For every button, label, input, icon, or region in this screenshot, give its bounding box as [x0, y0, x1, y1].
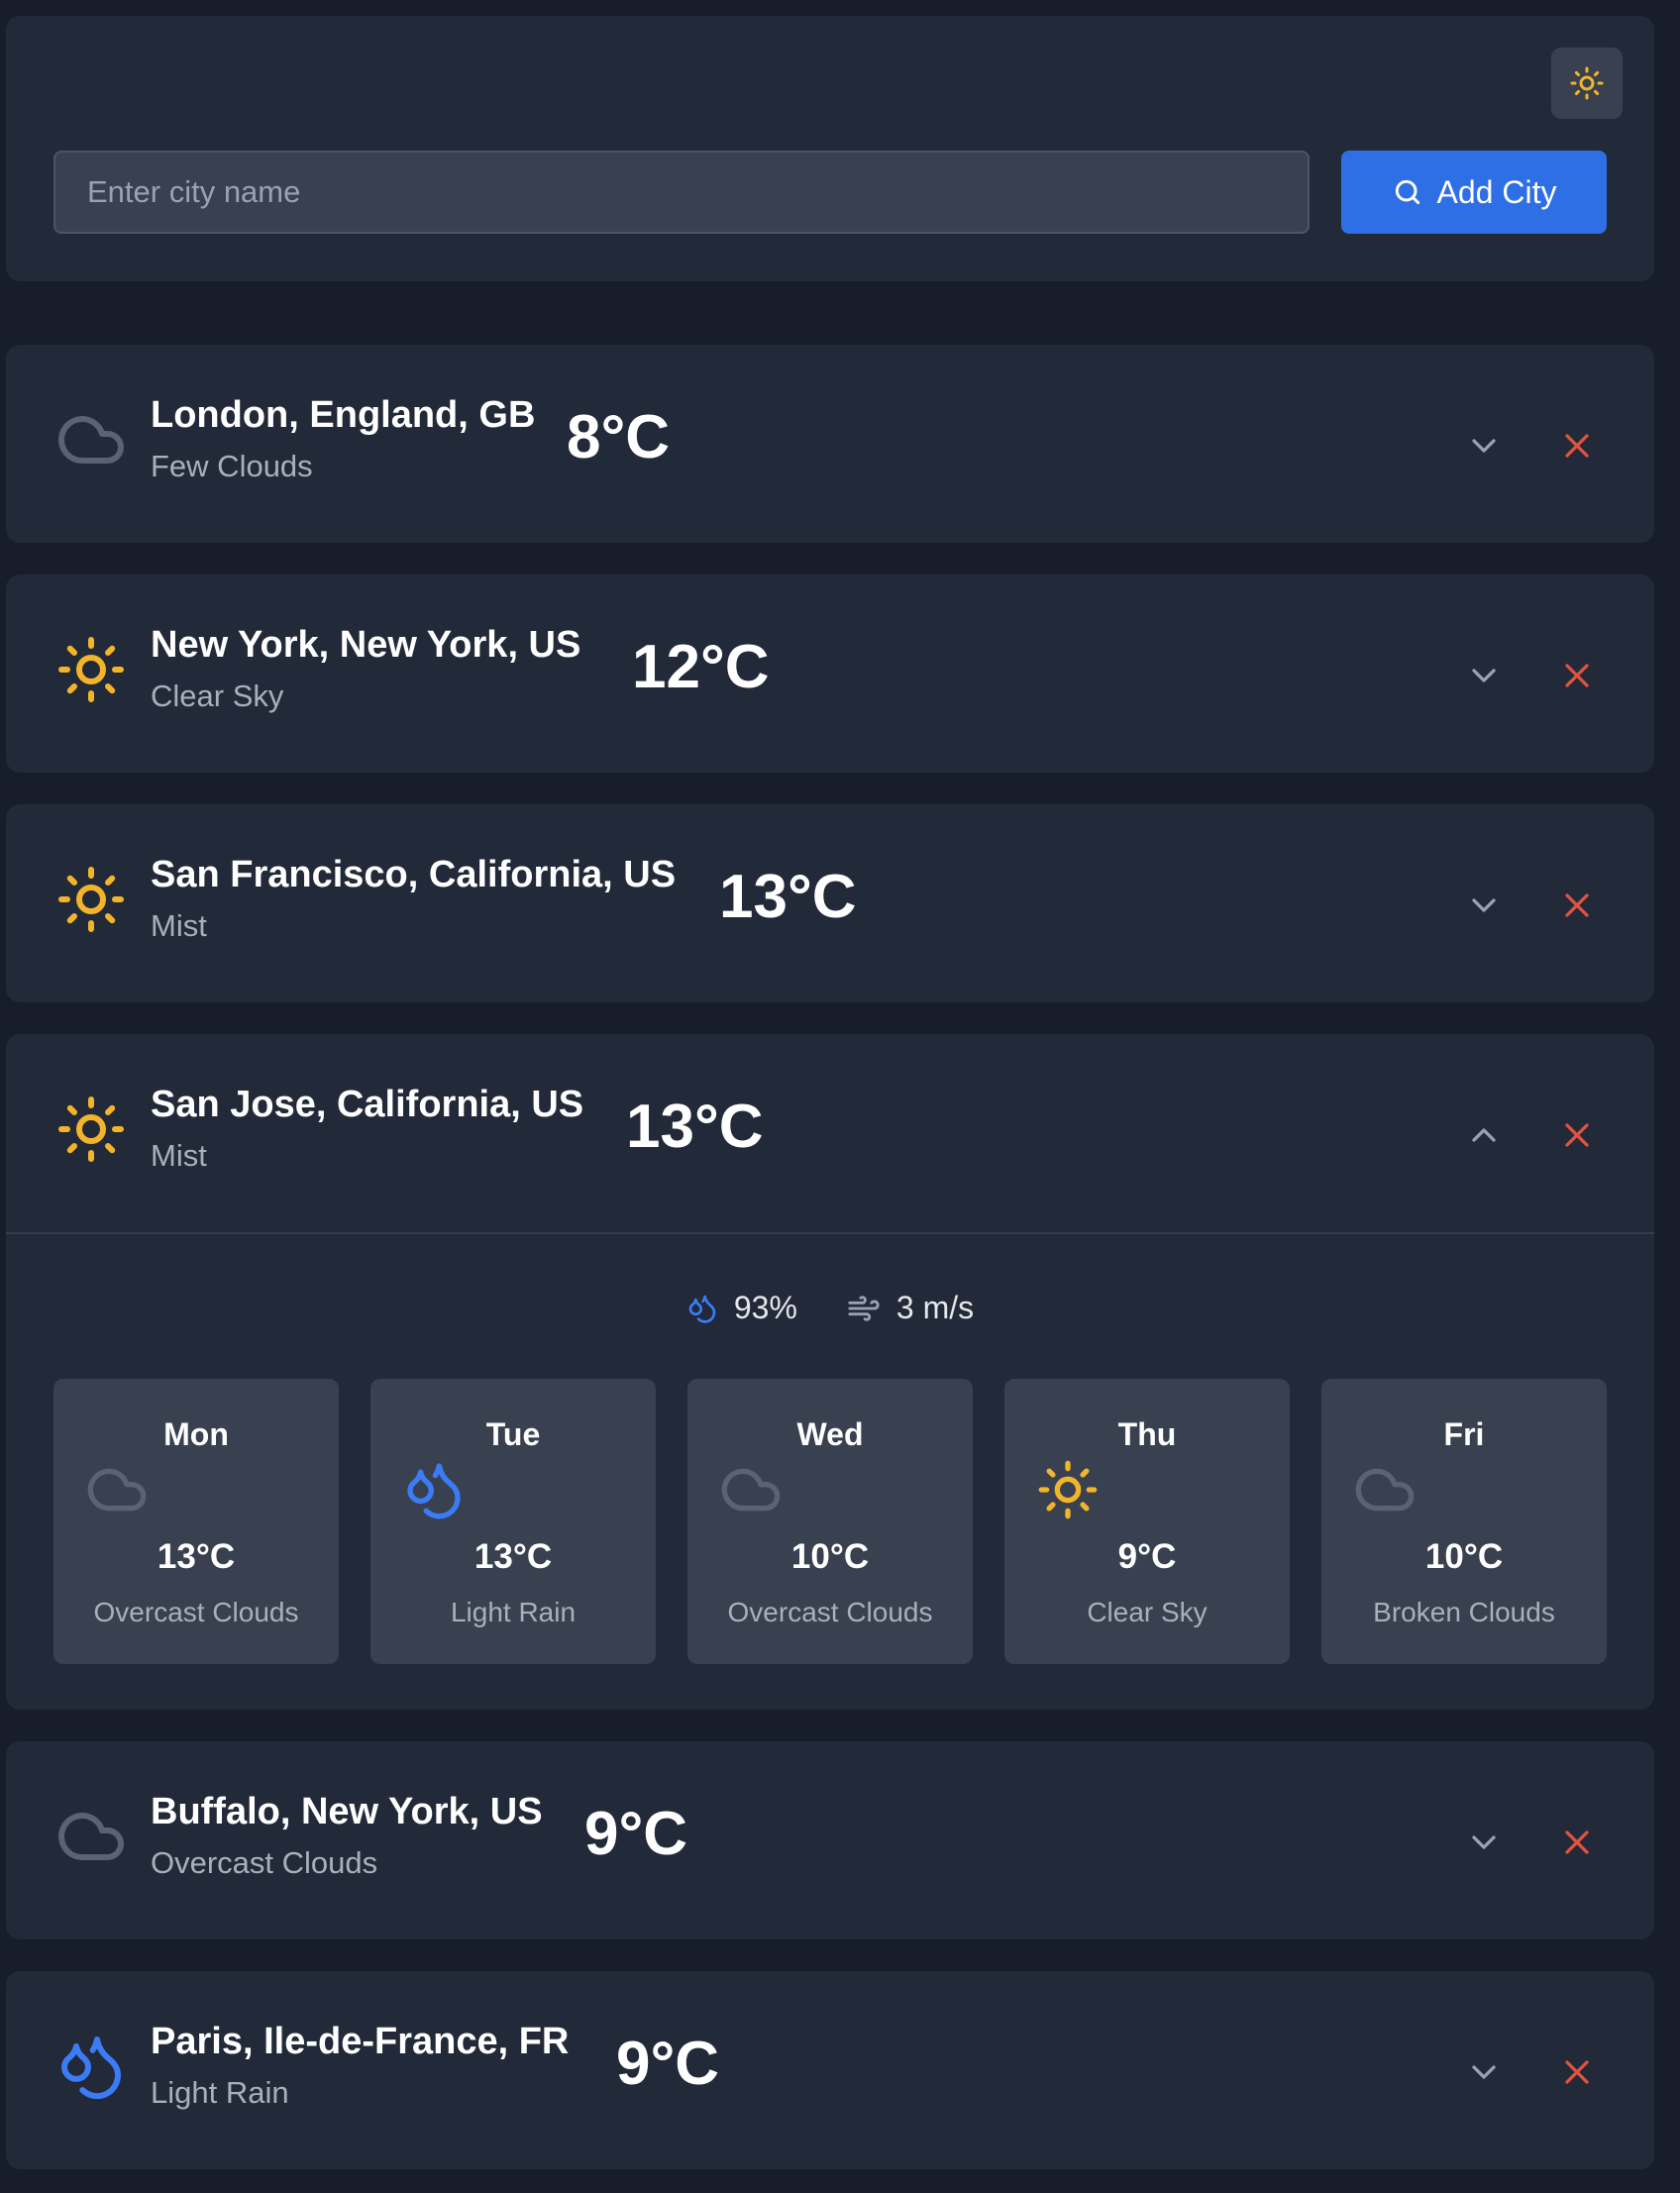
forecast-temp: 10°C — [1424, 1537, 1504, 1576]
wind-stat: 3 m/s — [847, 1290, 974, 1326]
chevron-down-icon[interactable] — [1464, 886, 1504, 925]
forecast-day-name: Thu — [1117, 1416, 1177, 1452]
cloud-icon — [55, 1801, 127, 1872]
forecast-condition: Light Rain — [450, 1597, 577, 1627]
add-city-label: Add City — [1436, 173, 1557, 210]
forecast-day-name: Tue — [485, 1416, 541, 1452]
chevron-down-icon[interactable] — [1464, 426, 1504, 466]
city-card-new-york: New York, New York, US Clear Sky 12°C — [6, 574, 1654, 773]
cloud-icon — [55, 404, 127, 475]
forecast-day: Wed 10°C Overcast Clouds — [687, 1379, 973, 1664]
city-card-header[interactable]: Paris, Ile-de-France, FR Light Rain 9°C — [6, 1971, 1654, 2169]
city-card-header[interactable]: London, England, GB Few Clouds 8°C — [6, 345, 1654, 543]
city-temperature: 8°C — [567, 403, 671, 471]
forecast-row: Mon 13°C Overcast Clouds Tue 13°C Light … — [53, 1379, 1607, 1664]
cloud-icon — [1353, 1458, 1417, 1521]
city-card-san-jose: San Jose, California, US Mist 13°C 93% 3… — [6, 1034, 1654, 1710]
chevron-down-icon[interactable] — [1464, 2052, 1504, 2092]
remove-city-icon[interactable] — [1557, 1115, 1597, 1155]
city-card-paris: Paris, Ile-de-France, FR Light Rain 9°C — [6, 1971, 1654, 2169]
city-condition: Few Clouds — [151, 449, 313, 483]
city-card-header[interactable]: Buffalo, New York, US Overcast Clouds 9°… — [6, 1741, 1654, 1939]
sun-icon — [55, 1094, 127, 1165]
chevron-up-icon[interactable] — [1464, 1115, 1504, 1155]
city-name: London, England, GB — [151, 394, 536, 436]
city-condition: Clear Sky — [151, 679, 284, 713]
city-temperature: 13°C — [719, 863, 857, 931]
add-city-button[interactable]: Add City — [1341, 151, 1607, 234]
city-name: San Francisco, California, US — [151, 854, 677, 895]
city-condition: Light Rain — [151, 2075, 289, 2110]
remove-city-icon[interactable] — [1557, 656, 1597, 695]
city-card-header[interactable]: San Jose, California, US Mist 13°C — [6, 1034, 1654, 1232]
city-temperature: 13°C — [626, 1093, 764, 1161]
city-card-san-francisco: San Francisco, California, US Mist 13°C — [6, 804, 1654, 1002]
cloud-icon — [85, 1458, 149, 1521]
city-condition: Overcast Clouds — [151, 1845, 378, 1880]
forecast-temp: 13°C — [157, 1537, 236, 1576]
city-condition: Mist — [151, 908, 207, 943]
city-name: San Jose, California, US — [151, 1084, 584, 1125]
forecast-day-name: Wed — [796, 1416, 864, 1452]
sun-icon — [55, 634, 127, 705]
droplets-icon — [686, 1293, 718, 1324]
search-panel: Add City — [6, 16, 1654, 281]
forecast-day: Mon 13°C Overcast Clouds — [53, 1379, 339, 1664]
sun-icon — [1569, 65, 1605, 101]
theme-toggle-button[interactable] — [1551, 48, 1623, 119]
remove-city-icon[interactable] — [1557, 886, 1597, 925]
city-card-london: London, England, GB Few Clouds 8°C — [6, 345, 1654, 543]
forecast-condition: Broken Clouds — [1373, 1597, 1555, 1627]
sun-icon — [1036, 1458, 1100, 1521]
city-name: New York, New York, US — [151, 624, 581, 666]
city-condition: Mist — [151, 1138, 207, 1173]
chevron-down-icon[interactable] — [1464, 656, 1504, 695]
wind-value: 3 m/s — [895, 1290, 975, 1325]
forecast-temp: 9°C — [1117, 1537, 1177, 1576]
humidity-value: 93% — [733, 1290, 797, 1325]
forecast-day: Thu 9°C Clear Sky — [1004, 1379, 1290, 1664]
city-name: Buffalo, New York, US — [151, 1791, 543, 1832]
city-search-input[interactable] — [53, 151, 1310, 234]
forecast-temp: 10°C — [790, 1537, 870, 1576]
remove-city-icon[interactable] — [1557, 2052, 1597, 2092]
forecast-day: Tue 13°C Light Rain — [370, 1379, 656, 1664]
city-card-header[interactable]: San Francisco, California, US Mist 13°C — [6, 804, 1654, 1002]
forecast-day: Fri 10°C Broken Clouds — [1321, 1379, 1607, 1664]
cloud-icon — [719, 1458, 783, 1521]
divider — [6, 1232, 1654, 1234]
remove-city-icon[interactable] — [1557, 1823, 1597, 1862]
forecast-day-name: Mon — [163, 1416, 229, 1452]
sun-icon — [55, 864, 127, 935]
remove-city-icon[interactable] — [1557, 426, 1597, 466]
droplets-icon — [402, 1458, 466, 1521]
city-name: Paris, Ile-de-France, FR — [151, 2021, 570, 2062]
forecast-condition: Overcast Clouds — [93, 1597, 299, 1627]
forecast-day-name: Fri — [1443, 1416, 1485, 1452]
city-temperature: 12°C — [632, 633, 770, 701]
forecast-temp: 13°C — [473, 1537, 553, 1576]
forecast-condition: Clear Sky — [1087, 1597, 1208, 1627]
city-temperature: 9°C — [584, 1800, 688, 1868]
city-card-buffalo: Buffalo, New York, US Overcast Clouds 9°… — [6, 1741, 1654, 1939]
city-temperature: 9°C — [616, 2030, 720, 2098]
humidity-stat: 93% — [686, 1290, 797, 1326]
wind-icon — [847, 1292, 881, 1325]
city-card-header[interactable]: New York, New York, US Clear Sky 12°C — [6, 574, 1654, 773]
droplets-icon — [55, 2031, 127, 2102]
weather-stats: 93% 3 m/s — [6, 1290, 1654, 1326]
search-icon — [1395, 179, 1419, 205]
chevron-down-icon[interactable] — [1464, 1823, 1504, 1862]
forecast-condition: Overcast Clouds — [727, 1597, 933, 1627]
